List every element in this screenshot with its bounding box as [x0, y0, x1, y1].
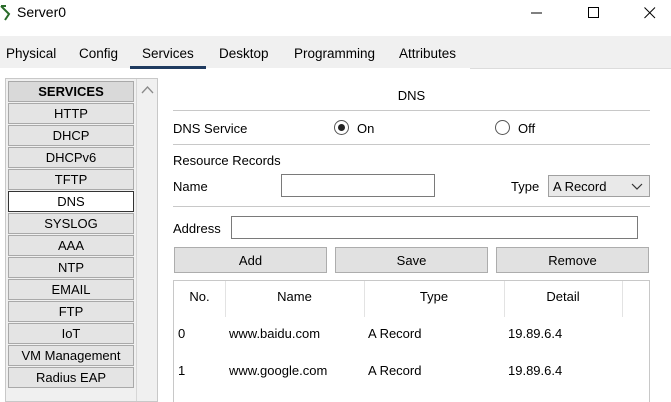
divider [173, 110, 650, 111]
tab-services[interactable]: Services [130, 46, 206, 69]
sidebar-item-dhcpv6[interactable]: DHCPv6 [8, 147, 134, 168]
tab-config[interactable]: Config [79, 46, 118, 66]
sidebar-item-syslog[interactable]: SYSLOG [8, 213, 134, 234]
title-bar: Server0 [0, 0, 671, 28]
tab-attributes[interactable]: Attributes [399, 46, 456, 66]
window-title: Server0 [17, 4, 67, 20]
close-button[interactable] [627, 0, 671, 26]
divider [173, 144, 650, 145]
save-button[interactable]: Save [335, 247, 488, 273]
column-header-detail[interactable]: Detail [504, 289, 622, 309]
cell-type: A Record [368, 326, 422, 341]
dns-on-label: On [357, 121, 375, 136]
dns-on-radio[interactable] [334, 120, 349, 135]
column-header-name[interactable]: Name [225, 289, 364, 309]
address-input[interactable] [231, 216, 638, 239]
column-header-no[interactable]: No. [174, 289, 225, 309]
cell-no: 1 [178, 363, 186, 378]
cell-name: www.baidu.com [229, 326, 321, 341]
sidebar-item-ftp[interactable]: FTP [8, 301, 134, 322]
sidebar-item-dhcp[interactable]: DHCP [8, 125, 134, 146]
type-select[interactable]: A Record [548, 175, 650, 197]
sidebar-item-http[interactable]: HTTP [8, 103, 134, 124]
divider [173, 206, 650, 207]
sidebar-item-radius-eap[interactable]: Radius EAP [8, 367, 134, 388]
cell-no: 0 [178, 326, 186, 341]
column-header-type[interactable]: Type [364, 289, 504, 309]
table-row[interactable]: 1 www.google.com A Record 19.89.6.4 [174, 355, 649, 385]
sidebar-item-aaa[interactable]: AAA [8, 235, 134, 256]
maximize-button[interactable] [571, 0, 617, 26]
column-separator [622, 281, 623, 317]
dns-panel-title: DNS [397, 88, 426, 103]
cell-name: www.google.com [229, 363, 328, 378]
sidebar-item-dns[interactable]: DNS [8, 191, 134, 212]
dns-off-label: Off [518, 121, 536, 136]
maximize-icon [588, 7, 599, 18]
close-icon [644, 7, 656, 19]
dns-off-radio[interactable] [495, 120, 510, 135]
name-input[interactable] [281, 174, 435, 197]
server-app-icon [0, 5, 11, 21]
tab-programming[interactable]: Programming [294, 46, 375, 66]
tab-strip-divider [470, 68, 671, 69]
cell-detail: 19.89.6.4 [508, 326, 563, 341]
name-label: Name [173, 179, 208, 194]
sidebar-item-tftp[interactable]: TFTP [8, 169, 134, 190]
address-label: Address [173, 221, 221, 236]
sidebar-item-email[interactable]: EMAIL [8, 279, 134, 300]
cell-type: A Record [368, 363, 422, 378]
chevron-down-icon [631, 183, 643, 190]
dns-records-table: No. Name Type Detail 0 www.baidu.com A R… [173, 280, 650, 402]
services-list: SERVICES HTTP DHCP DHCPv6 TFTP DNS SYSLO… [8, 81, 134, 389]
minimize-button[interactable] [514, 0, 560, 26]
dns-service-label: DNS Service [173, 121, 248, 136]
sidebar-item-iot[interactable]: IoT [8, 323, 134, 344]
resource-records-label: Resource Records [173, 153, 281, 168]
add-button[interactable]: Add [174, 247, 327, 273]
sidebar-item-vm-management[interactable]: VM Management [8, 345, 134, 366]
cell-detail: 19.89.6.4 [508, 363, 563, 378]
tab-desktop[interactable]: Desktop [219, 46, 269, 66]
sidebar-scrollbar[interactable] [136, 79, 157, 401]
chevron-up-icon[interactable] [141, 85, 154, 95]
tab-physical[interactable]: Physical [6, 46, 56, 66]
tab-bar: Physical Config Services Desktop Program… [0, 36, 671, 69]
table-row[interactable]: 0 www.baidu.com A Record 19.89.6.4 [174, 318, 649, 348]
services-header: SERVICES [8, 81, 134, 102]
services-sidebar: SERVICES HTTP DHCP DHCPv6 TFTP DNS SYSLO… [5, 78, 158, 402]
type-label: Type [511, 179, 540, 194]
minimize-icon [531, 12, 542, 14]
type-select-value: A Record [553, 179, 607, 194]
sidebar-item-ntp[interactable]: NTP [8, 257, 134, 278]
remove-button[interactable]: Remove [496, 247, 649, 273]
